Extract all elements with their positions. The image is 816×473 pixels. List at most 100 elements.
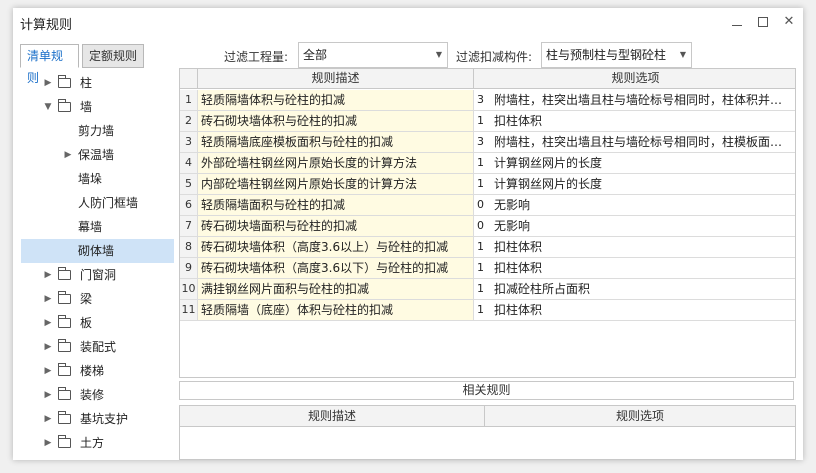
collapse-arrow-icon[interactable]: ▶: [63, 143, 73, 167]
expand-arrow-icon[interactable]: ▼: [43, 95, 53, 119]
row-number-cell: 11: [180, 300, 198, 320]
table-row[interactable]: 3 轻质隔墙底座模板面积与砼柱的扣减 3 附墙柱，柱突出墙且柱与墙砼标号相同时，柱模板…: [180, 132, 795, 153]
tree-item[interactable]: ▼ 墙: [21, 95, 174, 119]
tab-quota-rules[interactable]: 定额规则: [82, 44, 144, 68]
tree-item[interactable]: ▶ 保温墙: [21, 143, 174, 167]
tree-item-label: 剪力墙: [78, 124, 115, 138]
tree-item-label: 柱: [80, 76, 93, 90]
minimize-button[interactable]: [727, 12, 747, 32]
rule-option-cell[interactable]: 无影响: [490, 216, 795, 236]
tree-item-label: 土方: [80, 436, 105, 450]
desc-column-header[interactable]: 规则描述: [198, 69, 474, 89]
table-row[interactable]: 6 轻质隔墙面积与砼柱的扣减 0 无影响: [180, 195, 795, 216]
collapse-arrow-icon[interactable]: ▶: [43, 383, 53, 407]
dropdown-arrow-icon: ▼: [679, 50, 686, 59]
rule-option-code-cell[interactable]: 1: [474, 111, 490, 131]
folder-icon: [58, 435, 71, 448]
row-number-cell: 7: [180, 216, 198, 236]
collapse-arrow-icon[interactable]: ▶: [43, 359, 53, 383]
tree-item[interactable]: ▶ 楼梯: [21, 359, 174, 383]
collapse-arrow-icon[interactable]: ▶: [43, 407, 53, 431]
tree-item-label: 门窗洞: [80, 268, 117, 282]
collapse-arrow-icon[interactable]: ▶: [43, 71, 53, 95]
rule-option-cell[interactable]: 扣柱体积: [490, 237, 795, 257]
tree-item-label: 板: [80, 316, 93, 330]
title-bar[interactable]: 计算规则 ✕: [13, 8, 803, 36]
maximize-button[interactable]: [753, 12, 773, 32]
rule-option-cell[interactable]: 计算钢丝网片的长度: [490, 153, 795, 173]
related-rules-title: 相关规则: [179, 381, 794, 400]
rule-option-code-cell[interactable]: 0: [474, 216, 490, 236]
rule-option-code-cell[interactable]: 3: [474, 132, 490, 152]
quantity-filter-value: 全部: [303, 48, 328, 62]
tree-item[interactable]: 人防门框墙: [21, 191, 174, 215]
component-filter-value: 柱与预制柱与型钢砼柱: [546, 48, 667, 62]
table-row[interactable]: 4 外部砼墙柱钢丝网片原始长度的计算方法 1 计算钢丝网片的长度: [180, 153, 795, 174]
tree-item[interactable]: ▶ 门窗洞: [21, 263, 174, 287]
tree-item[interactable]: ▶ 土方: [21, 431, 174, 455]
table-row[interactable]: 1 轻质隔墙体积与砼柱的扣减 3 附墙柱，柱突出墙且柱与墙砼标号相同时，柱体积并…: [180, 90, 795, 111]
collapse-arrow-icon[interactable]: ▶: [43, 311, 53, 335]
row-number-cell: 4: [180, 153, 198, 173]
rule-option-code-cell[interactable]: 1: [474, 237, 490, 257]
rule-option-cell[interactable]: 附墙柱，柱突出墙且柱与墙砼标号相同时，柱体积并…: [490, 90, 795, 110]
folder-icon: [58, 363, 71, 376]
rule-description-cell: 砖石砌块墙面积与砼柱的扣减: [198, 216, 474, 236]
rule-option-cell[interactable]: 计算钢丝网片的长度: [490, 174, 795, 194]
close-button[interactable]: ✕: [779, 12, 799, 32]
rule-option-code-cell[interactable]: 1: [474, 153, 490, 173]
rule-description-cell: 轻质隔墙（底座）体积与砼柱的扣减: [198, 300, 474, 320]
collapse-arrow-icon[interactable]: ▶: [43, 431, 53, 455]
rule-option-cell[interactable]: 附墙柱，柱突出墙且柱与墙砼标号相同时，柱模板面…: [490, 132, 795, 152]
table-row[interactable]: 11 轻质隔墙（底座）体积与砼柱的扣减 1 扣柱体积: [180, 300, 795, 321]
folder-icon: [58, 99, 71, 112]
rule-option-cell[interactable]: 扣柱体积: [490, 300, 795, 320]
folder-icon: [58, 75, 71, 88]
tree-item[interactable]: 幕墙: [21, 215, 174, 239]
collapse-arrow-icon[interactable]: ▶: [43, 263, 53, 287]
tree-item[interactable]: 墙垛: [21, 167, 174, 191]
rule-option-cell[interactable]: 扣柱体积: [490, 111, 795, 131]
table-row[interactable]: 9 砖石砌块墙体积（高度3.6以下）与砼柱的扣减 1 扣柱体积: [180, 258, 795, 279]
minimize-icon: [732, 25, 742, 26]
collapse-arrow-icon[interactable]: ▶: [43, 335, 53, 359]
component-filter-select[interactable]: 柱与预制柱与型钢砼柱 ▼: [541, 42, 692, 68]
option-column-header[interactable]: 规则选项: [474, 69, 795, 89]
tree-item[interactable]: ▶ 装配式: [21, 335, 174, 359]
tree-item[interactable]: ▶ 柱: [21, 71, 174, 95]
table-row[interactable]: 10 满挂钢丝网片面积与砼柱的扣减 1 扣减砼柱所占面积: [180, 279, 795, 300]
folder-icon: [58, 411, 71, 424]
related-option-header[interactable]: 规则选项: [485, 406, 795, 427]
row-number-cell: 3: [180, 132, 198, 152]
table-row[interactable]: 8 砖石砌块墙体积（高度3.6以上）与砼柱的扣减 1 扣柱体积: [180, 237, 795, 258]
tree-item[interactable]: ▶ 梁: [21, 287, 174, 311]
tab-list-rules[interactable]: 清单规则: [20, 44, 79, 85]
rule-option-cell[interactable]: 无影响: [490, 195, 795, 215]
rule-option-code-cell[interactable]: 1: [474, 258, 490, 278]
rule-description-cell: 砖石砌块墙体积（高度3.6以上）与砼柱的扣减: [198, 237, 474, 257]
rule-option-code-cell[interactable]: 0: [474, 195, 490, 215]
table-row[interactable]: 7 砖石砌块墙面积与砼柱的扣减 0 无影响: [180, 216, 795, 237]
folder-icon: [58, 291, 71, 304]
collapse-arrow-icon[interactable]: ▶: [43, 287, 53, 311]
tree-item[interactable]: ▶ 装修: [21, 383, 174, 407]
rule-option-cell[interactable]: 扣减砼柱所占面积: [490, 279, 795, 299]
related-desc-header[interactable]: 规则描述: [180, 406, 485, 427]
rule-description-cell: 砖石砌块墙体积（高度3.6以下）与砼柱的扣减: [198, 258, 474, 278]
rule-option-code-cell[interactable]: 1: [474, 174, 490, 194]
rule-option-code-cell[interactable]: 1: [474, 279, 490, 299]
tree-item[interactable]: ▶ 基坑支护: [21, 407, 174, 431]
rule-option-code-cell[interactable]: 1: [474, 300, 490, 320]
table-row[interactable]: 2 砖石砌块墙体积与砼柱的扣减 1 扣柱体积: [180, 111, 795, 132]
tree-item-label: 人防门框墙: [78, 196, 139, 210]
quantity-filter-select[interactable]: 全部 ▼: [298, 42, 448, 68]
rule-option-code-cell[interactable]: 3: [474, 90, 490, 110]
tree-item[interactable]: ▶ 板: [21, 311, 174, 335]
table-row[interactable]: 5 内部砼墙柱钢丝网片原始长度的计算方法 1 计算钢丝网片的长度: [180, 174, 795, 195]
tree-item[interactable]: 砌体墙: [21, 239, 174, 263]
rule-option-cell[interactable]: 扣柱体积: [490, 258, 795, 278]
folder-icon: [58, 339, 71, 352]
tree-item-label: 幕墙: [78, 220, 103, 234]
tree-item[interactable]: 剪力墙: [21, 119, 174, 143]
tree-item-label: 墙: [80, 100, 93, 114]
